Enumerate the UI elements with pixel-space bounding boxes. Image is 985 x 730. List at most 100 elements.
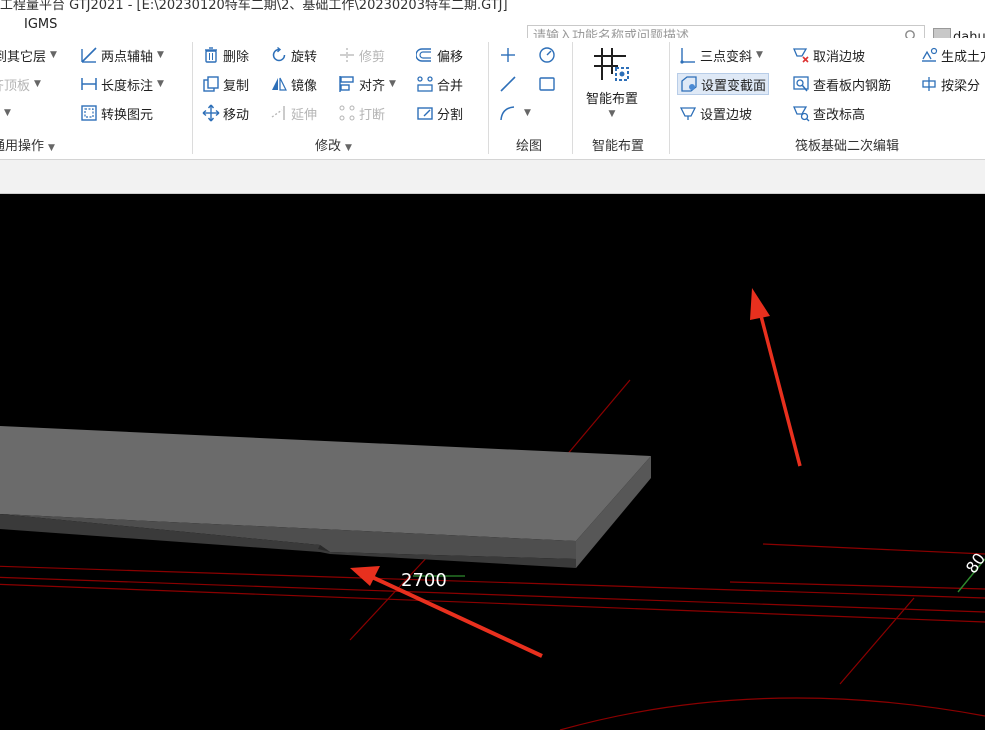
- offset-icon: [416, 48, 431, 62]
- rotate-icon: [272, 46, 286, 62]
- set-variable-section-label: 设置变截面: [701, 78, 767, 94]
- split-by-beam-icon: [922, 77, 936, 91]
- check-elevation-label: 查改标高: [813, 107, 866, 123]
- axis-line: [729, 581, 985, 590]
- break-label: 打断: [359, 107, 386, 123]
- two-point-axis-button[interactable]: 两点辅轴 ▼: [80, 44, 164, 66]
- delete-button[interactable]: 删除: [202, 44, 249, 66]
- chevron-down-icon[interactable]: ▼: [34, 79, 41, 89]
- convert-element-label: 转换图元: [101, 107, 154, 123]
- group-divider: [669, 42, 670, 154]
- mirror-button[interactable]: 镜像: [270, 73, 317, 95]
- rotate-label: 旋转: [291, 49, 318, 65]
- tab-igms[interactable]: IGMS: [24, 17, 57, 32]
- cancel-edge-slope-icon: [793, 48, 809, 63]
- extend-label: 延伸: [291, 107, 318, 123]
- view-slab-rebar-button[interactable]: 查看板内钢筋: [792, 73, 891, 95]
- line-icon[interactable]: [499, 75, 517, 93]
- view-slab-rebar-label: 查看板内钢筋: [813, 78, 892, 94]
- chevron-down-icon[interactable]: ▼: [756, 50, 763, 60]
- set-edge-slope-label: 设置边坡: [700, 107, 753, 123]
- split-icon: [417, 107, 433, 120]
- offset-button[interactable]: 偏移: [416, 44, 463, 66]
- generate-earthwork-button[interactable]: 生成土方: [920, 44, 985, 66]
- three-point-slope-button[interactable]: 三点变斜 ▼: [679, 44, 763, 66]
- three-point-slope-icon: [680, 48, 695, 64]
- copy-to-other-layer-button[interactable]: 复制到其它层▼: [0, 44, 57, 66]
- group-common-ops[interactable]: 通用操作▼: [0, 135, 55, 154]
- cancel-edge-slope-button[interactable]: 取消边坡: [792, 44, 865, 66]
- break-button[interactable]: 打断: [338, 102, 385, 124]
- variable-section-icon: [681, 76, 697, 92]
- window-title: 工程量平台 GTJ2021 - [E:\20230120特车二期\2、基础工作\…: [0, 0, 508, 12]
- align-icon: [339, 76, 354, 92]
- align-button[interactable]: 对齐 ▼: [338, 73, 396, 95]
- group-smart-layout: 智能布置: [592, 139, 645, 154]
- group-divider: [572, 42, 573, 154]
- trim-label: 修剪: [359, 49, 386, 65]
- extend-button[interactable]: 延伸: [270, 102, 317, 124]
- group-common-ops-label: 通用操作: [0, 139, 45, 154]
- chevron-down-icon[interactable]: ▼: [50, 50, 57, 60]
- trim-icon: [340, 48, 354, 62]
- break-icon: [339, 105, 355, 121]
- ribbon-toolbar: 复制到其它层▼ 平齐顶板▼ 存盘▼ 两点辅轴▼ 长度标注▼ 转换图元 通用操作▼…: [0, 38, 985, 160]
- split-label: 分割: [437, 107, 464, 123]
- length-dimension-icon: [81, 78, 97, 90]
- split-by-beam-button[interactable]: 按梁分: [920, 73, 980, 95]
- move-icon: [202, 104, 220, 122]
- split-button[interactable]: 分割: [416, 102, 463, 124]
- chevron-down-icon[interactable]: ▼: [157, 50, 164, 60]
- group-divider: [192, 42, 193, 154]
- flush-top-button[interactable]: 平齐顶板▼: [0, 73, 41, 95]
- generate-earthwork-label: 生成土方: [941, 49, 985, 65]
- chevron-down-icon[interactable]: ▼: [157, 79, 164, 89]
- mirror-icon: [272, 77, 287, 91]
- chevron-down-icon[interactable]: ▼: [524, 108, 531, 118]
- point-icon[interactable]: [499, 46, 517, 64]
- tab-row: IGMS dahu: [0, 12, 985, 47]
- set-variable-section-button[interactable]: 设置变截面: [677, 73, 770, 95]
- chevron-down-icon: ▼: [48, 143, 55, 153]
- circle-icon[interactable]: [538, 46, 556, 64]
- smart-layout-label: 智能布置: [585, 92, 638, 107]
- group-modify[interactable]: 修改 ▼: [315, 135, 352, 154]
- edge-slope-icon: [679, 107, 697, 120]
- check-elevation-icon: [793, 106, 810, 122]
- merge-label: 合并: [437, 78, 464, 94]
- trim-button[interactable]: 修剪: [338, 44, 385, 66]
- group-modify-label: 修改: [315, 139, 342, 154]
- rotate-button[interactable]: 旋转: [270, 44, 317, 66]
- chevron-down-icon[interactable]: ▼: [389, 79, 396, 89]
- view-rebar-icon: [793, 76, 809, 92]
- merge-button[interactable]: 合并: [416, 73, 463, 95]
- smart-layout-button[interactable]: 智能布置 ▼: [578, 42, 646, 128]
- copy-button[interactable]: 复制: [202, 73, 249, 95]
- chevron-down-icon[interactable]: ▼: [609, 109, 616, 119]
- rectangle-icon[interactable]: [538, 75, 556, 93]
- save-to-disk-button[interactable]: 存盘▼: [0, 102, 11, 124]
- arc-button[interactable]: ▼: [499, 102, 531, 124]
- align-label: 对齐: [359, 78, 386, 94]
- set-edge-slope-button[interactable]: 设置边坡: [679, 102, 752, 124]
- annotation-arrow-ribbon: [750, 288, 802, 467]
- flush-top-label: 平齐顶板: [0, 78, 31, 94]
- generate-earthwork-icon: [922, 47, 938, 62]
- convert-element-button[interactable]: 转换图元: [80, 102, 153, 124]
- chevron-down-icon[interactable]: ▼: [4, 108, 11, 118]
- length-dimension-button[interactable]: 长度标注 ▼: [80, 73, 164, 95]
- axis-line: [565, 379, 631, 457]
- copy-icon: [203, 76, 219, 92]
- offset-label: 偏移: [437, 49, 464, 65]
- move-button[interactable]: 移动: [202, 102, 249, 124]
- copy-to-other-layer-label: 复制到其它层: [0, 49, 47, 65]
- axis-line: [839, 597, 915, 685]
- check-elevation-button[interactable]: 查改标高: [792, 102, 865, 124]
- merge-icon: [417, 76, 433, 92]
- drawing-viewport[interactable]: 2700 80: [0, 194, 985, 730]
- split-by-beam-label: 按梁分: [941, 78, 981, 94]
- three-point-slope-label: 三点变斜: [700, 49, 753, 65]
- two-point-axis-icon: [81, 47, 97, 63]
- dimension-label: 2700: [401, 570, 447, 591]
- convert-element-icon: [81, 105, 97, 121]
